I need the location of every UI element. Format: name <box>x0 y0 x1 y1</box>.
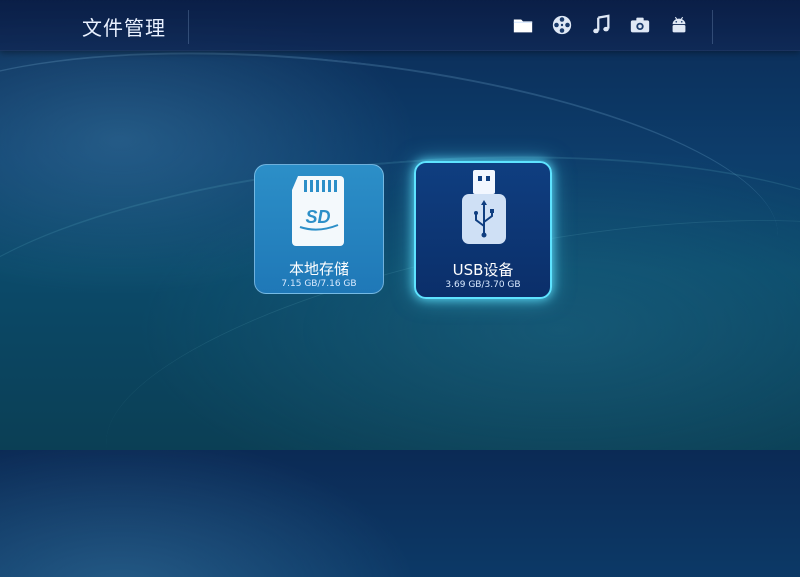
video-reel-icon[interactable] <box>551 14 573 36</box>
usb-device-size: 3.69 GB/3.70 GB <box>445 280 521 290</box>
sd-card-icon: SD <box>255 165 383 255</box>
usb-device-tile[interactable]: USB设备 3.69 GB/3.70 GB <box>414 161 552 299</box>
local-storage-label: 本地存储 <box>288 260 349 278</box>
background-wave <box>0 13 792 369</box>
android-icon[interactable] <box>668 14 690 36</box>
page-title: 文件管理 <box>82 16 166 40</box>
music-note-icon[interactable] <box>590 14 612 36</box>
divider <box>188 10 189 44</box>
svg-text:SD: SD <box>305 207 330 227</box>
background-wave <box>0 125 800 497</box>
category-icon-bar <box>512 14 690 36</box>
folder-icon[interactable] <box>512 14 534 36</box>
usb-device-label: USB设备 <box>452 261 514 279</box>
local-storage-size: 7.15 GB/7.16 GB <box>281 279 357 289</box>
divider <box>712 10 713 44</box>
usb-drive-icon <box>416 163 550 253</box>
camera-icon[interactable] <box>629 14 651 36</box>
local-storage-tile[interactable]: SD 本地存储 7.15 GB/7.16 GB <box>254 164 384 294</box>
top-bar: 文件管理 <box>0 0 800 51</box>
